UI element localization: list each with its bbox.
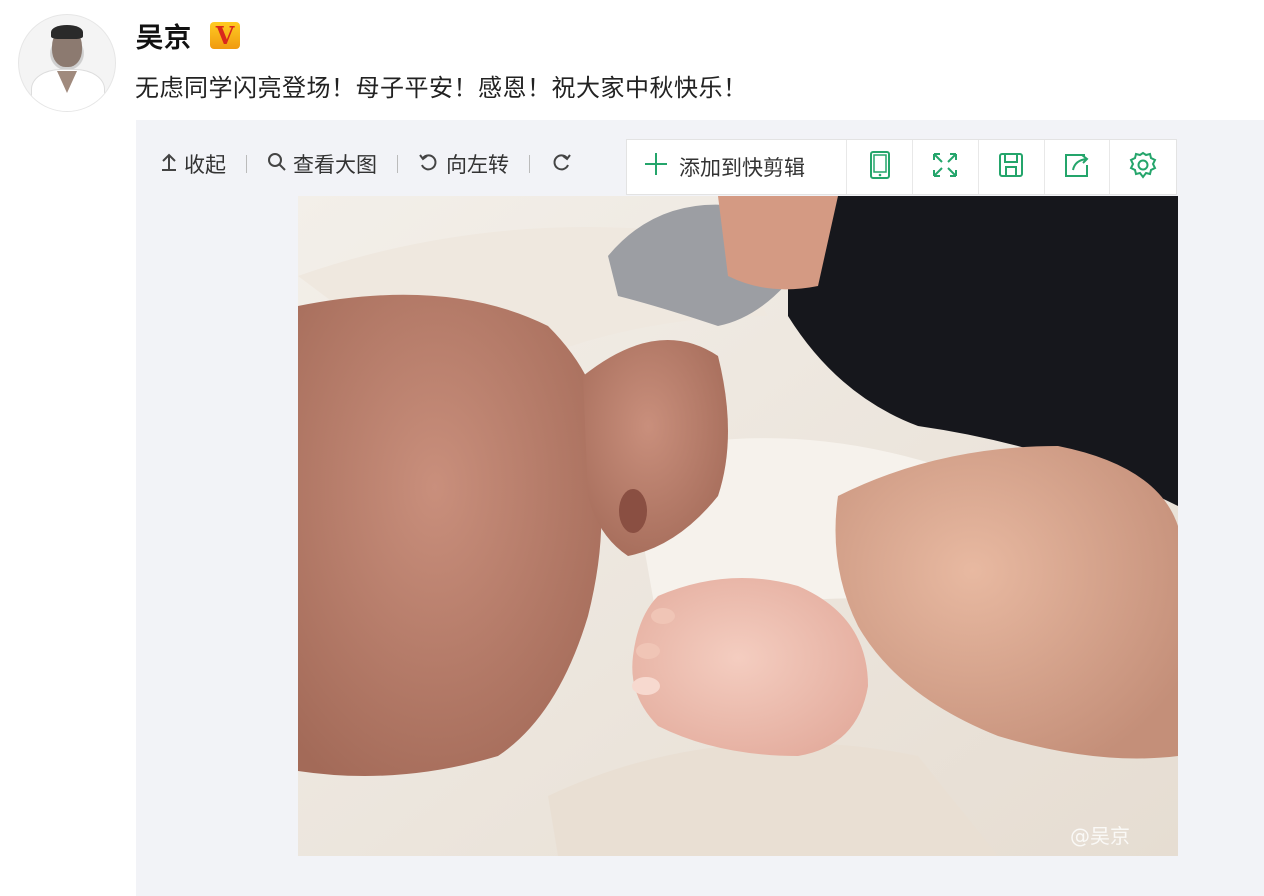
arrow-up-icon bbox=[160, 152, 178, 177]
username[interactable]: 吴京 bbox=[136, 16, 192, 55]
fullscreen-button[interactable] bbox=[913, 140, 979, 194]
settings-icon bbox=[1128, 150, 1158, 184]
view-large-label: 查看大图 bbox=[293, 153, 377, 177]
search-icon bbox=[267, 152, 287, 177]
fullscreen-icon bbox=[931, 151, 959, 183]
phone-view-button[interactable] bbox=[847, 140, 914, 194]
rotate-left-button[interactable]: 向左转 bbox=[418, 149, 509, 179]
add-to-quick-clip-button[interactable]: 添加到快剪辑 bbox=[627, 140, 848, 194]
rotate-right-button[interactable] bbox=[550, 152, 578, 177]
phone-icon bbox=[869, 150, 891, 184]
plus-icon bbox=[643, 151, 669, 183]
add-to-quick-clip-label: 添加到快剪辑 bbox=[679, 156, 805, 180]
user-avatar[interactable] bbox=[18, 14, 116, 112]
save-button[interactable] bbox=[979, 140, 1045, 194]
post-text: 无虑同学闪亮登场！母子平安！感恩！祝大家中秋快乐！ bbox=[135, 74, 748, 102]
collapse-button[interactable]: 收起 bbox=[160, 149, 226, 179]
settings-button[interactable] bbox=[1110, 140, 1176, 194]
quick-clip-bar: 添加到快剪辑 bbox=[626, 139, 1177, 195]
view-large-button[interactable]: 查看大图 bbox=[267, 149, 377, 179]
post-photo[interactable]: @吴京 bbox=[298, 196, 1178, 856]
verified-badge-icon: V bbox=[210, 21, 240, 50]
rotate-left-label: 向左转 bbox=[446, 153, 509, 177]
save-icon bbox=[997, 151, 1025, 183]
post-header: 吴京 V 无虑同学闪亮登场！母子平安！感恩！祝大家中秋快乐！ bbox=[0, 0, 1264, 118]
rotate-left-icon bbox=[418, 152, 440, 177]
toolbar-divider bbox=[529, 155, 530, 173]
share-button[interactable] bbox=[1045, 140, 1111, 194]
share-icon bbox=[1063, 151, 1091, 183]
photo-watermark: @吴京 bbox=[1070, 824, 1130, 848]
toolbar-divider bbox=[246, 155, 247, 173]
rotate-right-icon bbox=[550, 152, 572, 177]
image-toolbar: 收起 查看大图 向左转 bbox=[160, 148, 578, 180]
photo-illustration bbox=[298, 196, 1178, 856]
toolbar-divider bbox=[397, 155, 398, 173]
collapse-label: 收起 bbox=[184, 153, 226, 177]
